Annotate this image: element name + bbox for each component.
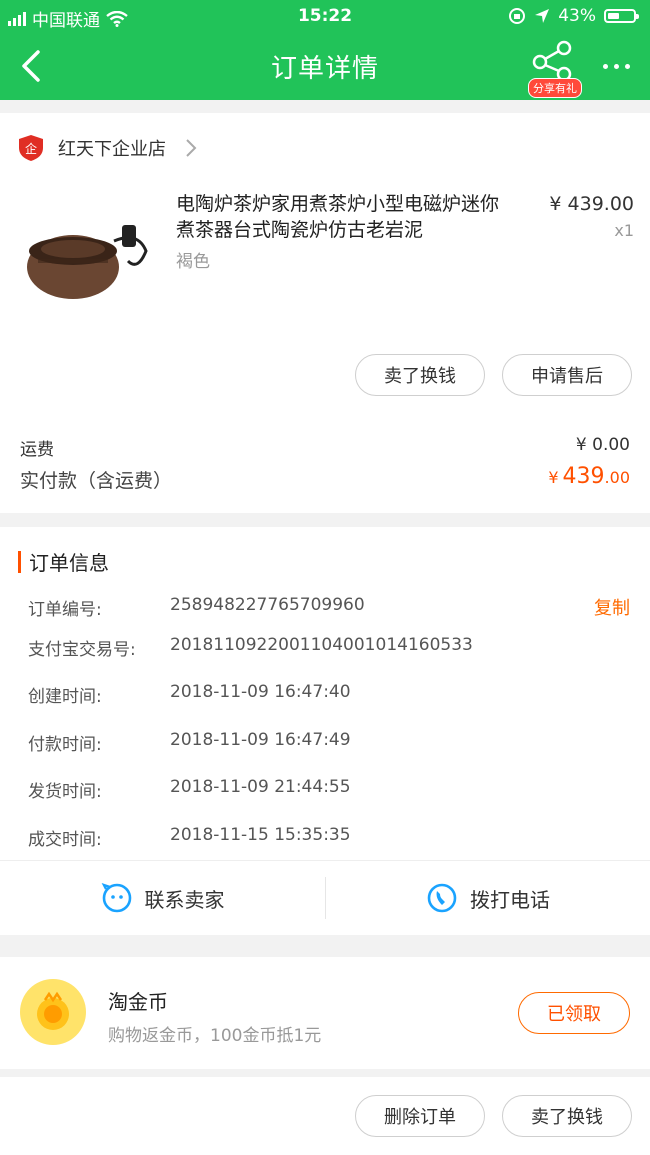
chat-icon — [101, 882, 131, 913]
order-info-card: 订单信息 复制 订单编号: 258948227765709960 支付宝交易号:… — [0, 527, 650, 935]
product-qty: x1 — [614, 221, 634, 240]
battery-percent: 43% — [558, 6, 596, 26]
paid-label: 实付款（含运费） — [20, 470, 173, 492]
share-icon — [532, 40, 572, 82]
product-card: 企 红天下企业店 电陶炉茶炉家用煮茶炉小型电磁炉迷你 煮茶器台式陶瓷炉仿古老岩泥… — [0, 113, 650, 513]
created-time-value: 2018-11-09 16:47:40 — [170, 682, 351, 702]
shipped-time-label: 发货时间: — [28, 782, 102, 802]
order-no-value: 258948227765709960 — [170, 595, 365, 615]
order-no-label: 订单编号: — [28, 600, 102, 620]
after-sale-button[interactable]: 申请售后 — [502, 354, 632, 396]
product-variant: 褐色 — [176, 252, 210, 272]
shipping-label: 运费 — [20, 440, 54, 460]
paid-time-label: 付款时间: — [28, 735, 102, 755]
paid-currency: ¥ — [548, 468, 559, 487]
shipping-value: ¥ 0.00 — [575, 435, 630, 455]
product-title-line2: 煮茶器台式陶瓷炉仿古老岩泥 — [176, 219, 424, 241]
copy-button[interactable]: 复制 — [594, 594, 630, 620]
contact-seller-label: 联系卖家 — [144, 887, 225, 912]
order-info-heading: 订单信息 — [18, 547, 109, 576]
bottom-sell-button[interactable]: 卖了换钱 — [502, 1095, 632, 1137]
nav-bar: 订单详情 分享有礼 — [0, 34, 650, 100]
status-bar: 中国联通 15:22 43% — [0, 0, 650, 34]
created-time-label: 创建时间: — [28, 687, 102, 707]
call-button[interactable]: 拨打电话 — [326, 861, 650, 935]
battery-icon — [604, 9, 639, 23]
rotation-lock-icon — [509, 8, 526, 24]
product-price: ¥ 439.00 — [549, 193, 634, 215]
share-tag: 分享有礼 — [528, 78, 582, 98]
bottom-bar: 删除订单 卖了换钱 — [0, 1077, 650, 1155]
coins-claimed-button[interactable]: 已领取 — [518, 992, 630, 1034]
svg-text:企: 企 — [25, 141, 37, 156]
heading-text: 订单信息 — [29, 551, 109, 575]
phone-icon — [427, 883, 457, 913]
heading-accent-bar — [18, 550, 21, 573]
coins-desc: 购物返金币，100金币抵1元 — [108, 1026, 322, 1046]
deal-time-label: 成交时间: — [28, 830, 102, 850]
product-title[interactable]: 电陶炉茶炉家用煮茶炉小型电磁炉迷你 煮茶器台式陶瓷炉仿古老岩泥 — [176, 191, 536, 243]
alipay-no-value: 2018110922001104001014160533 — [170, 635, 473, 655]
shop-name: 红天下企业店 — [58, 139, 166, 160]
location-icon — [535, 9, 550, 23]
shop-enterprise-icon: 企 — [19, 135, 43, 161]
call-label: 拨打电话 — [470, 887, 550, 912]
sell-button[interactable]: 卖了换钱 — [355, 354, 485, 396]
paid-decimal: .00 — [604, 468, 630, 487]
share-button[interactable]: 分享有礼 — [526, 40, 584, 98]
deal-time-value: 2018-11-15 15:35:35 — [170, 825, 351, 845]
coin-icon — [20, 979, 86, 1045]
delete-order-button[interactable]: 删除订单 — [355, 1095, 485, 1137]
more-icon[interactable] — [603, 64, 630, 69]
paid-time-value: 2018-11-09 16:47:49 — [170, 730, 351, 750]
coins-title: 淘金币 — [108, 990, 168, 1014]
coin-mascot-icon — [37, 991, 69, 1030]
tea-stove-image — [27, 225, 148, 299]
chevron-right-icon — [186, 139, 197, 157]
product-title-line1: 电陶炉茶炉家用煮茶炉小型电磁炉迷你 — [176, 193, 500, 215]
paid-value: ¥439.00 — [548, 464, 630, 489]
product-image[interactable] — [18, 191, 158, 316]
shipped-time-value: 2018-11-09 21:44:55 — [170, 777, 351, 797]
alipay-no-label: 支付宝交易号: — [28, 640, 136, 660]
paid-integer: 439 — [562, 464, 605, 489]
contact-seller-button[interactable]: 联系卖家 — [0, 861, 325, 935]
shop-row[interactable]: 企 红天下企业店 — [18, 133, 198, 163]
coins-card: 淘金币 购物返金币，100金币抵1元 已领取 — [0, 957, 650, 1069]
